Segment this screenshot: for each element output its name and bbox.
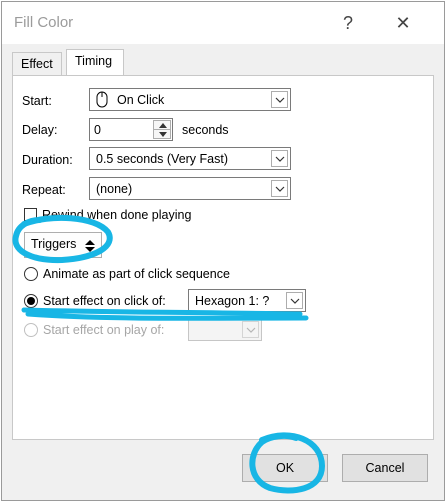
spin-down-icon[interactable]	[153, 129, 171, 139]
start-value: On Click	[117, 93, 165, 107]
click-of-label: Start effect on click of:	[43, 294, 166, 308]
close-button[interactable]: ✕	[388, 10, 418, 36]
collapse-arrows-icon	[85, 240, 95, 255]
repeat-value: (none)	[96, 182, 133, 196]
click-of-radio[interactable]	[24, 294, 38, 308]
animate-sequence-label: Animate as part of click sequence	[43, 267, 230, 281]
delay-value: 0	[94, 123, 101, 137]
click-target-select[interactable]: Hexagon 1: ?	[188, 289, 306, 312]
rewind-label: Rewind when done playing	[42, 208, 192, 222]
ok-button[interactable]: OK	[242, 454, 328, 482]
cancel-label: Cancel	[365, 461, 405, 475]
chevron-down-icon[interactable]	[271, 91, 288, 108]
tab-timing[interactable]: Timing	[66, 49, 124, 76]
start-select[interactable]: On Click	[89, 88, 291, 111]
fill-color-dialog: Fill Color ? ✕ Effect Timing Start: On C…	[1, 1, 445, 501]
delay-label: Delay:	[22, 123, 58, 137]
chevron-down-icon	[242, 321, 259, 338]
play-of-radio	[24, 323, 38, 337]
triggers-button[interactable]: Triggers	[24, 232, 102, 258]
mouse-icon	[96, 91, 108, 111]
duration-label: Duration:	[22, 153, 73, 167]
play-of-label: Start effect on play of:	[43, 323, 165, 337]
help-button[interactable]: ?	[333, 10, 363, 36]
start-label: Start:	[22, 94, 52, 108]
title-bar: Fill Color ? ✕	[2, 2, 444, 44]
duration-value: 0.5 seconds (Very Fast)	[96, 152, 229, 166]
rewind-checkbox[interactable]	[24, 208, 37, 221]
tab-effect[interactable]: Effect	[12, 52, 62, 76]
duration-select[interactable]: 0.5 seconds (Very Fast)	[89, 147, 291, 170]
chevron-down-icon[interactable]	[271, 150, 288, 167]
play-target-select	[188, 318, 262, 341]
animate-sequence-radio[interactable]	[24, 267, 38, 281]
delay-stepper[interactable]: 0	[89, 118, 173, 141]
repeat-label: Repeat:	[22, 183, 66, 197]
chevron-down-icon[interactable]	[286, 292, 303, 309]
click-target-value: Hexagon 1: ?	[195, 294, 270, 308]
window-title: Fill Color	[14, 14, 74, 31]
ok-label: OK	[275, 461, 295, 475]
chevron-down-icon[interactable]	[271, 180, 288, 197]
repeat-select[interactable]: (none)	[89, 177, 291, 200]
tab-timing-label: Timing	[75, 54, 113, 68]
cancel-button[interactable]: Cancel	[342, 454, 428, 482]
tab-effect-label: Effect	[21, 57, 53, 71]
delay-unit: seconds	[182, 123, 229, 137]
triggers-label: Triggers	[31, 237, 77, 251]
